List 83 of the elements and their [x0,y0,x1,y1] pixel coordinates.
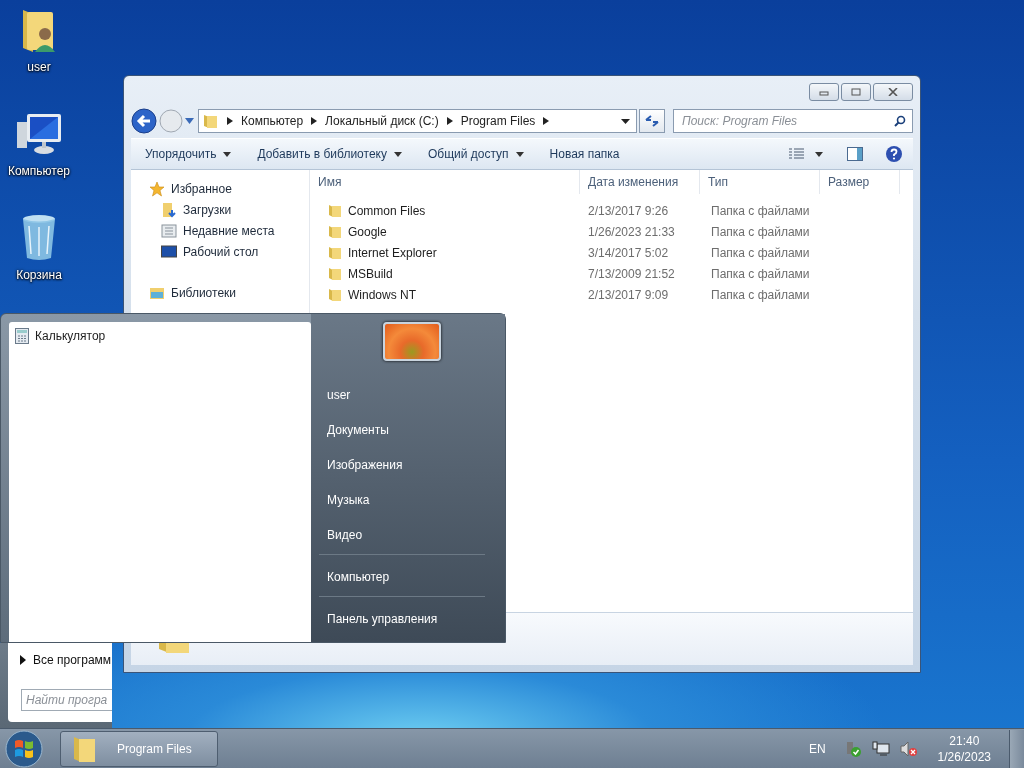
desktop-icon-label[interactable]: user [27,60,51,74]
table-cell-text: 1/26/2023 21:33 [587,224,676,239]
desktop-icon-label[interactable]: Компьютер [7,164,71,178]
start-menu-link[interactable]: Видео [319,517,485,552]
nav-item[interactable]: Библиотеки [171,285,236,300]
table-cell-text: 2/13/2017 9:09 [587,287,670,302]
clock-date[interactable]: 1/26/2023 [937,748,991,765]
recent-places-icon [161,222,177,239]
refresh-icon [644,114,660,128]
folder-icon [328,287,342,302]
table-cell-text: Папка с файлами [710,266,811,281]
nav-item[interactable]: Недавние места [183,223,275,238]
desktop-icon [161,244,177,259]
nav-item[interactable]: Рабочий стол [183,244,259,259]
muted-speaker-icon[interactable] [899,740,918,757]
search-field[interactable]: Поиск: Program Files [673,109,913,133]
folder-icon [328,266,342,281]
table-cell-text: Папка с файлами [710,245,811,260]
column-header[interactable]: Дата изменения [580,170,700,194]
search-icon[interactable] [894,115,906,127]
breadcrumb[interactable]: Компьютер [241,114,304,128]
close-button[interactable] [873,83,913,101]
start-menu-link[interactable]: Документы [319,412,485,447]
all-programs-item[interactable]: Все программ [8,643,112,677]
table-cell-text: 3/14/2017 5:02 [587,245,670,260]
language-indicator[interactable]: EN [808,741,826,756]
star-icon [149,180,165,197]
dropdown-caret-icon[interactable] [815,151,823,157]
file-name[interactable]: Common Files [348,203,426,218]
column-header[interactable]: Размер [820,170,900,194]
toolbar-button[interactable]: Упорядочить [137,144,240,164]
folder-icon [328,224,342,239]
recycle-bin-icon[interactable] [21,214,57,262]
start-menu-link[interactable]: Изображения [319,447,485,482]
file-name[interactable]: Google [348,224,387,239]
program-item[interactable]: Калькулятор [15,328,305,344]
start-menu-link[interactable]: user [319,377,485,412]
breadcrumb-arrow-icon[interactable] [446,117,453,125]
breadcrumb-arrow-icon[interactable] [311,117,318,125]
preview-pane-icon[interactable] [847,147,863,161]
desktop-icon-label[interactable]: Корзина [16,268,62,282]
folder-icon [328,245,342,260]
network-icon[interactable] [871,740,890,757]
dropdown-caret-icon[interactable] [621,118,630,124]
triangle-arrow-icon [20,655,26,665]
table-cell-text: Папка с файлами [710,203,811,218]
nav-item[interactable]: Загрузки [183,202,232,217]
maximize-icon [851,88,861,96]
folder-icon [73,734,97,763]
table-cell-text: Папка с файлами [710,287,811,302]
breadcrumb-arrow-icon[interactable] [543,117,550,125]
show-desktop-button[interactable] [1009,729,1024,768]
start-orb-icon[interactable] [4,728,44,768]
breadcrumb[interactable]: Program Files [460,114,536,128]
toolbar-button[interactable]: Общий доступ [419,144,532,164]
folder-icon [328,203,342,218]
table-cell-text: 7/13/2009 21:52 [587,266,676,281]
toolbar-button[interactable]: Новая папка [541,144,628,164]
folder-icon [203,113,219,129]
maximize-button[interactable] [841,83,871,101]
file-name[interactable]: Internet Explorer [348,245,437,260]
column-header[interactable]: Тип [700,170,820,194]
nav-item[interactable]: Избранное [171,181,232,196]
refresh-button[interactable] [639,109,665,133]
toolbar-button[interactable]: Добавить в библиотеку [249,144,410,164]
start-menu-link[interactable]: Компьютер [319,559,485,594]
file-name[interactable]: MSBuild [348,266,393,281]
minimize-icon [819,88,829,96]
breadcrumb-arrow-icon[interactable] [227,117,233,125]
calculator-icon [15,328,29,344]
table-cell-text: 2/13/2017 9:26 [587,203,670,218]
column-header[interactable]: Имя [310,170,580,194]
start-menu-link[interactable]: Музыка [319,482,485,517]
close-icon [888,88,898,96]
program-search-field[interactable]: Найти програ [21,688,112,711]
table-cell-text: Папка с файлами [710,224,811,239]
minimize-button[interactable] [809,83,839,101]
downloads-folder-icon [161,201,177,218]
help-icon[interactable] [885,145,903,163]
breadcrumb[interactable]: Локальный диск (C:) [325,114,439,128]
start-menu-link[interactable]: Панель управления [319,601,485,636]
address-bar[interactable]: Компьютер Локальный диск (C:) Program Files [198,109,637,133]
file-name[interactable]: Windows NT [348,287,416,302]
